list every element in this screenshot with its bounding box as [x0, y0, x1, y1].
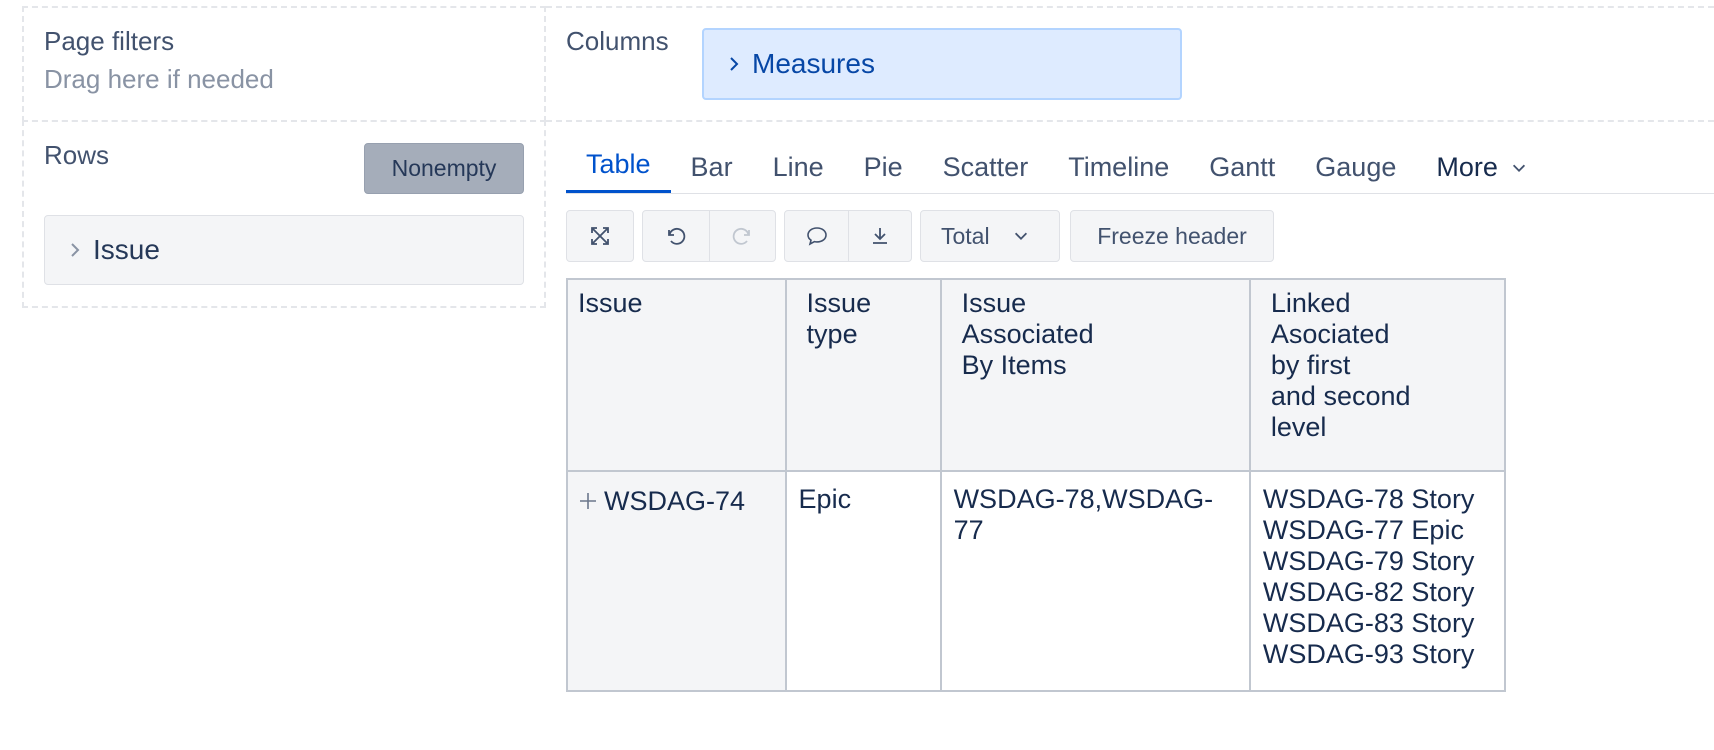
tab-more-label: More: [1436, 152, 1498, 182]
redo-icon: [732, 227, 751, 245]
header-associated[interactable]: Issue Associated By Items: [939, 278, 1251, 472]
undo-icon: [667, 227, 686, 245]
rows-dimension-issue[interactable]: Issue: [44, 215, 524, 285]
linked-item: WSDAG-78 Story: [1262, 484, 1475, 514]
header-line: Linked: [1270, 288, 1351, 318]
header-line: By Items: [961, 350, 1067, 380]
header-line: and second: [1270, 381, 1411, 411]
row-issue-cell: WSDAG-74: [566, 470, 787, 692]
total-label: Total: [941, 222, 990, 249]
header-line: type: [806, 319, 858, 349]
table-row: WSDAG-74 Epic WSDAG-78,WSDAG-77 WSDAG-78…: [566, 470, 1507, 692]
download-icon: [873, 228, 888, 244]
expand-icon: [591, 227, 609, 245]
total-dropdown[interactable]: Total: [920, 210, 1060, 262]
comment-export-group: [784, 210, 912, 262]
row-associated-cell: WSDAG-78,WSDAG-77: [939, 470, 1251, 692]
linked-item: WSDAG-83 Story: [1262, 608, 1475, 638]
header-line: Issue: [806, 288, 872, 318]
chevron-right-icon[interactable]: [724, 54, 744, 74]
tab-more[interactable]: More: [1416, 141, 1548, 193]
columns-dimension-label: Measures: [752, 48, 875, 79]
header-line: level: [1270, 412, 1327, 442]
rows-dimension-label: Issue: [93, 234, 160, 265]
row-linked-cell: WSDAG-78 Story WSDAG-77 Epic WSDAG-79 St…: [1248, 470, 1507, 692]
undo-redo-group: [642, 210, 776, 262]
row-issue-type-cell: Epic: [784, 470, 942, 692]
tab-gauge[interactable]: Gauge: [1295, 141, 1416, 193]
chevron-right-icon[interactable]: [65, 240, 85, 260]
table-header-row: Issue Issue type Issue Associated By Ite…: [566, 278, 1507, 472]
header-line: by first: [1270, 350, 1351, 380]
tab-scatter[interactable]: Scatter: [923, 141, 1049, 193]
columns-dimension-measures[interactable]: Measures: [702, 28, 1182, 100]
header-issue[interactable]: Issue: [566, 278, 787, 472]
tab-gantt[interactable]: Gantt: [1189, 141, 1295, 193]
header-issue-type[interactable]: Issue type: [784, 278, 942, 472]
tab-table[interactable]: Table: [566, 141, 671, 193]
linked-item: WSDAG-93 Story: [1262, 639, 1475, 669]
header-linked[interactable]: Linked Asociated by first and second lev…: [1248, 278, 1507, 472]
redo-button[interactable]: [708, 211, 776, 261]
tab-line[interactable]: Line: [753, 141, 844, 193]
columns-title: Columns: [566, 26, 669, 56]
linked-item: WSDAG-79 Story: [1262, 546, 1475, 576]
nonempty-button[interactable]: Nonempty: [364, 143, 524, 194]
fullscreen-button[interactable]: [566, 210, 634, 262]
tab-pie[interactable]: Pie: [844, 141, 923, 193]
linked-item: WSDAG-82 Story: [1262, 577, 1475, 607]
chevron-down-icon: [1512, 164, 1525, 172]
header-line: Issue: [961, 288, 1027, 318]
comment-icon: [806, 227, 827, 246]
header-line: Asociated: [1270, 319, 1390, 349]
header-line: Associated: [961, 319, 1094, 349]
comment-button[interactable]: [785, 211, 848, 261]
header-issue-text: Issue: [578, 288, 643, 318]
tab-bar[interactable]: Bar: [671, 141, 753, 193]
view-tabs: Table Bar Line Pie Scatter Timeline Gant…: [566, 140, 1714, 194]
export-button[interactable]: [848, 211, 911, 261]
page-filters-title: Page filters: [44, 26, 175, 56]
rows-title: Rows: [44, 140, 110, 170]
tab-timeline[interactable]: Timeline: [1048, 141, 1189, 193]
row-issue-key[interactable]: WSDAG-74: [604, 486, 745, 516]
linked-item: WSDAG-77 Epic: [1262, 515, 1464, 545]
expand-row-icon[interactable]: [578, 487, 598, 518]
chevron-down-icon: [1014, 232, 1027, 240]
undo-button[interactable]: [643, 211, 709, 261]
freeze-header-button[interactable]: Freeze header: [1070, 210, 1274, 262]
report-table: Issue Issue type Issue Associated By Ite…: [566, 278, 1507, 692]
page-filters-hint: Drag here if needed: [44, 64, 274, 94]
